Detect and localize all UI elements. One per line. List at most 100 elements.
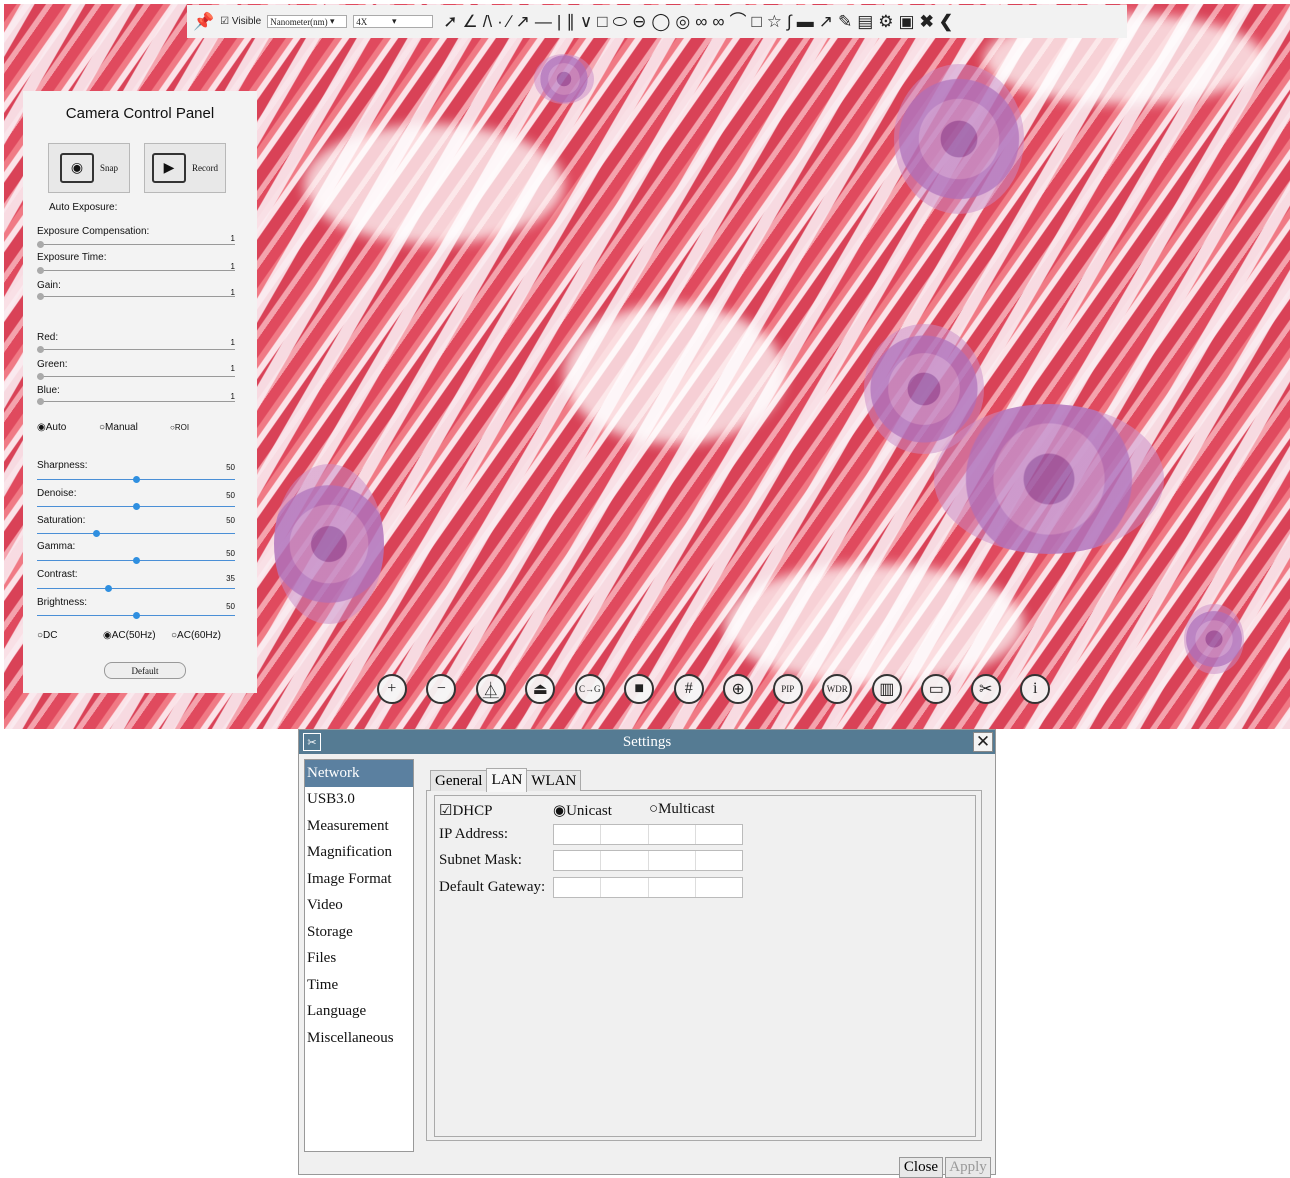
close-icon[interactable]: ✕ <box>973 732 993 752</box>
flip-horizontal-button[interactable]: ⏅ <box>466 665 516 713</box>
slider-knob[interactable] <box>37 267 45 274</box>
ellipse-icon[interactable]: ⬭ <box>613 13 628 30</box>
power-ac60-radio[interactable]: ○ AC(60Hz) <box>171 630 221 641</box>
ip-address-input[interactable] <box>553 824 743 845</box>
nav-item-image-format[interactable]: Image Format <box>305 866 413 893</box>
nav-item-storage[interactable]: Storage <box>305 919 413 946</box>
slider-knob[interactable] <box>92 530 100 537</box>
hline-icon[interactable]: — <box>535 13 552 30</box>
slider-knob[interactable] <box>37 293 45 300</box>
info-button[interactable]: i <box>1011 665 1061 713</box>
nav-item-network[interactable]: Network <box>305 760 413 787</box>
text-icon[interactable]: □ <box>751 13 761 30</box>
eraser-icon[interactable]: ✎ <box>838 13 852 30</box>
circle-3pt-icon[interactable]: ⊖ <box>632 13 646 30</box>
gain-slider[interactable] <box>37 293 235 300</box>
parallel-icon[interactable]: ∥ <box>566 13 575 30</box>
polyline-icon[interactable]: /\ <box>483 13 492 30</box>
curve-icon[interactable]: ∫ <box>787 13 792 30</box>
power-dc-radio[interactable]: ○ DC <box>37 630 58 641</box>
vline-icon[interactable]: | <box>557 13 561 30</box>
default-button[interactable]: Default <box>104 662 186 679</box>
nav-item-language[interactable]: Language <box>305 999 413 1026</box>
saturation-slider[interactable] <box>37 530 235 537</box>
slider-knob[interactable] <box>37 398 45 405</box>
zoom-in-button[interactable]: + <box>367 665 417 713</box>
browse-folder-button[interactable]: ▭ <box>912 665 962 713</box>
rectangle-icon[interactable]: □ <box>597 13 607 30</box>
unit-select[interactable]: Nanometer(nm) ▾ <box>267 15 348 28</box>
wdr-button[interactable]: WDR <box>813 665 863 713</box>
slider-knob[interactable] <box>132 503 140 510</box>
slider-knob[interactable] <box>132 612 140 619</box>
nav-item-time[interactable]: Time <box>305 972 413 999</box>
wb-manual-radio[interactable]: ○ Manual <box>99 422 138 433</box>
nav-item-miscellaneous[interactable]: Miscellaneous <box>305 1025 413 1052</box>
record-button[interactable]: ▶ Record <box>144 143 226 193</box>
brightness-slider[interactable] <box>37 612 235 619</box>
exposure-compensation-slider[interactable] <box>37 241 235 248</box>
exposure-time-slider[interactable] <box>37 267 235 274</box>
annulus-icon[interactable]: ◎ <box>675 13 690 30</box>
cursor-icon[interactable]: ➚ <box>443 13 457 30</box>
power-ac50-radio[interactable]: ◉ AC(50Hz) <box>103 630 156 641</box>
pin-icon[interactable]: 📌 <box>193 13 214 30</box>
slider-knob[interactable] <box>37 373 45 380</box>
slider-knob[interactable] <box>37 346 45 353</box>
line-icon[interactable]: ∕ <box>508 13 511 30</box>
cross-icon[interactable]: ∨ <box>580 13 592 30</box>
pip-button[interactable]: PIP <box>763 665 813 713</box>
wb-roi-radio[interactable]: ○ ROI <box>170 423 189 432</box>
subnet-mask-input[interactable] <box>553 850 743 871</box>
color-to-gray-button[interactable]: C→G <box>565 665 615 713</box>
nav-item-video[interactable]: Video <box>305 893 413 920</box>
dhcp-checkbox[interactable]: ☑DHCP <box>439 801 492 820</box>
arrow-line-icon[interactable]: ↗ <box>516 13 530 30</box>
denoise-slider[interactable] <box>37 503 235 510</box>
sharpness-slider[interactable] <box>37 476 235 483</box>
collapse-icon[interactable]: ❮ <box>939 13 953 30</box>
nav-item-usb3-0[interactable]: USB3.0 <box>305 787 413 814</box>
dialog-titlebar[interactable]: ✂ Settings ✕ <box>299 730 995 754</box>
nav-item-measurement[interactable]: Measurement <box>305 813 413 840</box>
angle-icon[interactable]: ∠ <box>462 13 477 30</box>
tab-general[interactable]: General <box>430 770 488 791</box>
snap-button[interactable]: ◉ Snap <box>48 143 130 193</box>
scale-bar-icon[interactable]: ▬ <box>797 13 814 30</box>
settings-tools-button[interactable]: ✂ <box>961 665 1011 713</box>
circle-icon[interactable]: ◯ <box>651 13 670 30</box>
visible-checkbox[interactable]: ☑ Visible <box>220 16 261 27</box>
nav-item-files[interactable]: Files <box>305 946 413 973</box>
default-gateway-input[interactable] <box>553 877 743 898</box>
gamma-slider[interactable] <box>37 557 235 564</box>
contrast-slider[interactable] <box>37 585 235 592</box>
arrow-icon[interactable]: ↗ <box>819 13 833 30</box>
export-icon[interactable]: ▤ <box>857 13 873 30</box>
slider-knob[interactable] <box>132 476 140 483</box>
arc-icon[interactable]: ⌒ <box>729 13 746 30</box>
tab-wlan[interactable]: WLAN <box>526 770 582 791</box>
point-icon[interactable]: · <box>497 13 503 30</box>
green-slider[interactable] <box>37 373 235 380</box>
stop-button[interactable]: ■ <box>615 665 665 713</box>
zoom-out-button[interactable]: − <box>417 665 467 713</box>
multicast-radio[interactable]: ○Multicast <box>649 801 715 818</box>
nav-item-magnification[interactable]: Magnification <box>305 840 413 867</box>
close-icon[interactable]: ✖ <box>920 13 934 30</box>
two-circles-icon[interactable]: ∞ <box>695 13 707 30</box>
flip-vertical-button[interactable]: ⏏ <box>516 665 566 713</box>
magnification-select[interactable]: 4X ▾ <box>353 15 434 28</box>
compare-button[interactable]: ▥ <box>862 665 912 713</box>
layers-icon[interactable]: ▣ <box>899 13 915 30</box>
target-button[interactable]: ⊕ <box>714 665 764 713</box>
unicast-radio[interactable]: ◉Unicast <box>553 801 612 820</box>
grid-button[interactable]: # <box>664 665 714 713</box>
red-slider[interactable] <box>37 346 235 353</box>
blue-slider[interactable] <box>37 398 235 405</box>
wb-auto-radio[interactable]: ◉ Auto <box>37 422 66 433</box>
polygon-icon[interactable]: ☆ <box>767 13 782 30</box>
slider-knob[interactable] <box>132 557 140 564</box>
settings-icon[interactable]: ⚙ <box>878 13 893 30</box>
slider-knob[interactable] <box>104 585 112 592</box>
link-circles-icon[interactable]: ∞ <box>712 13 724 30</box>
